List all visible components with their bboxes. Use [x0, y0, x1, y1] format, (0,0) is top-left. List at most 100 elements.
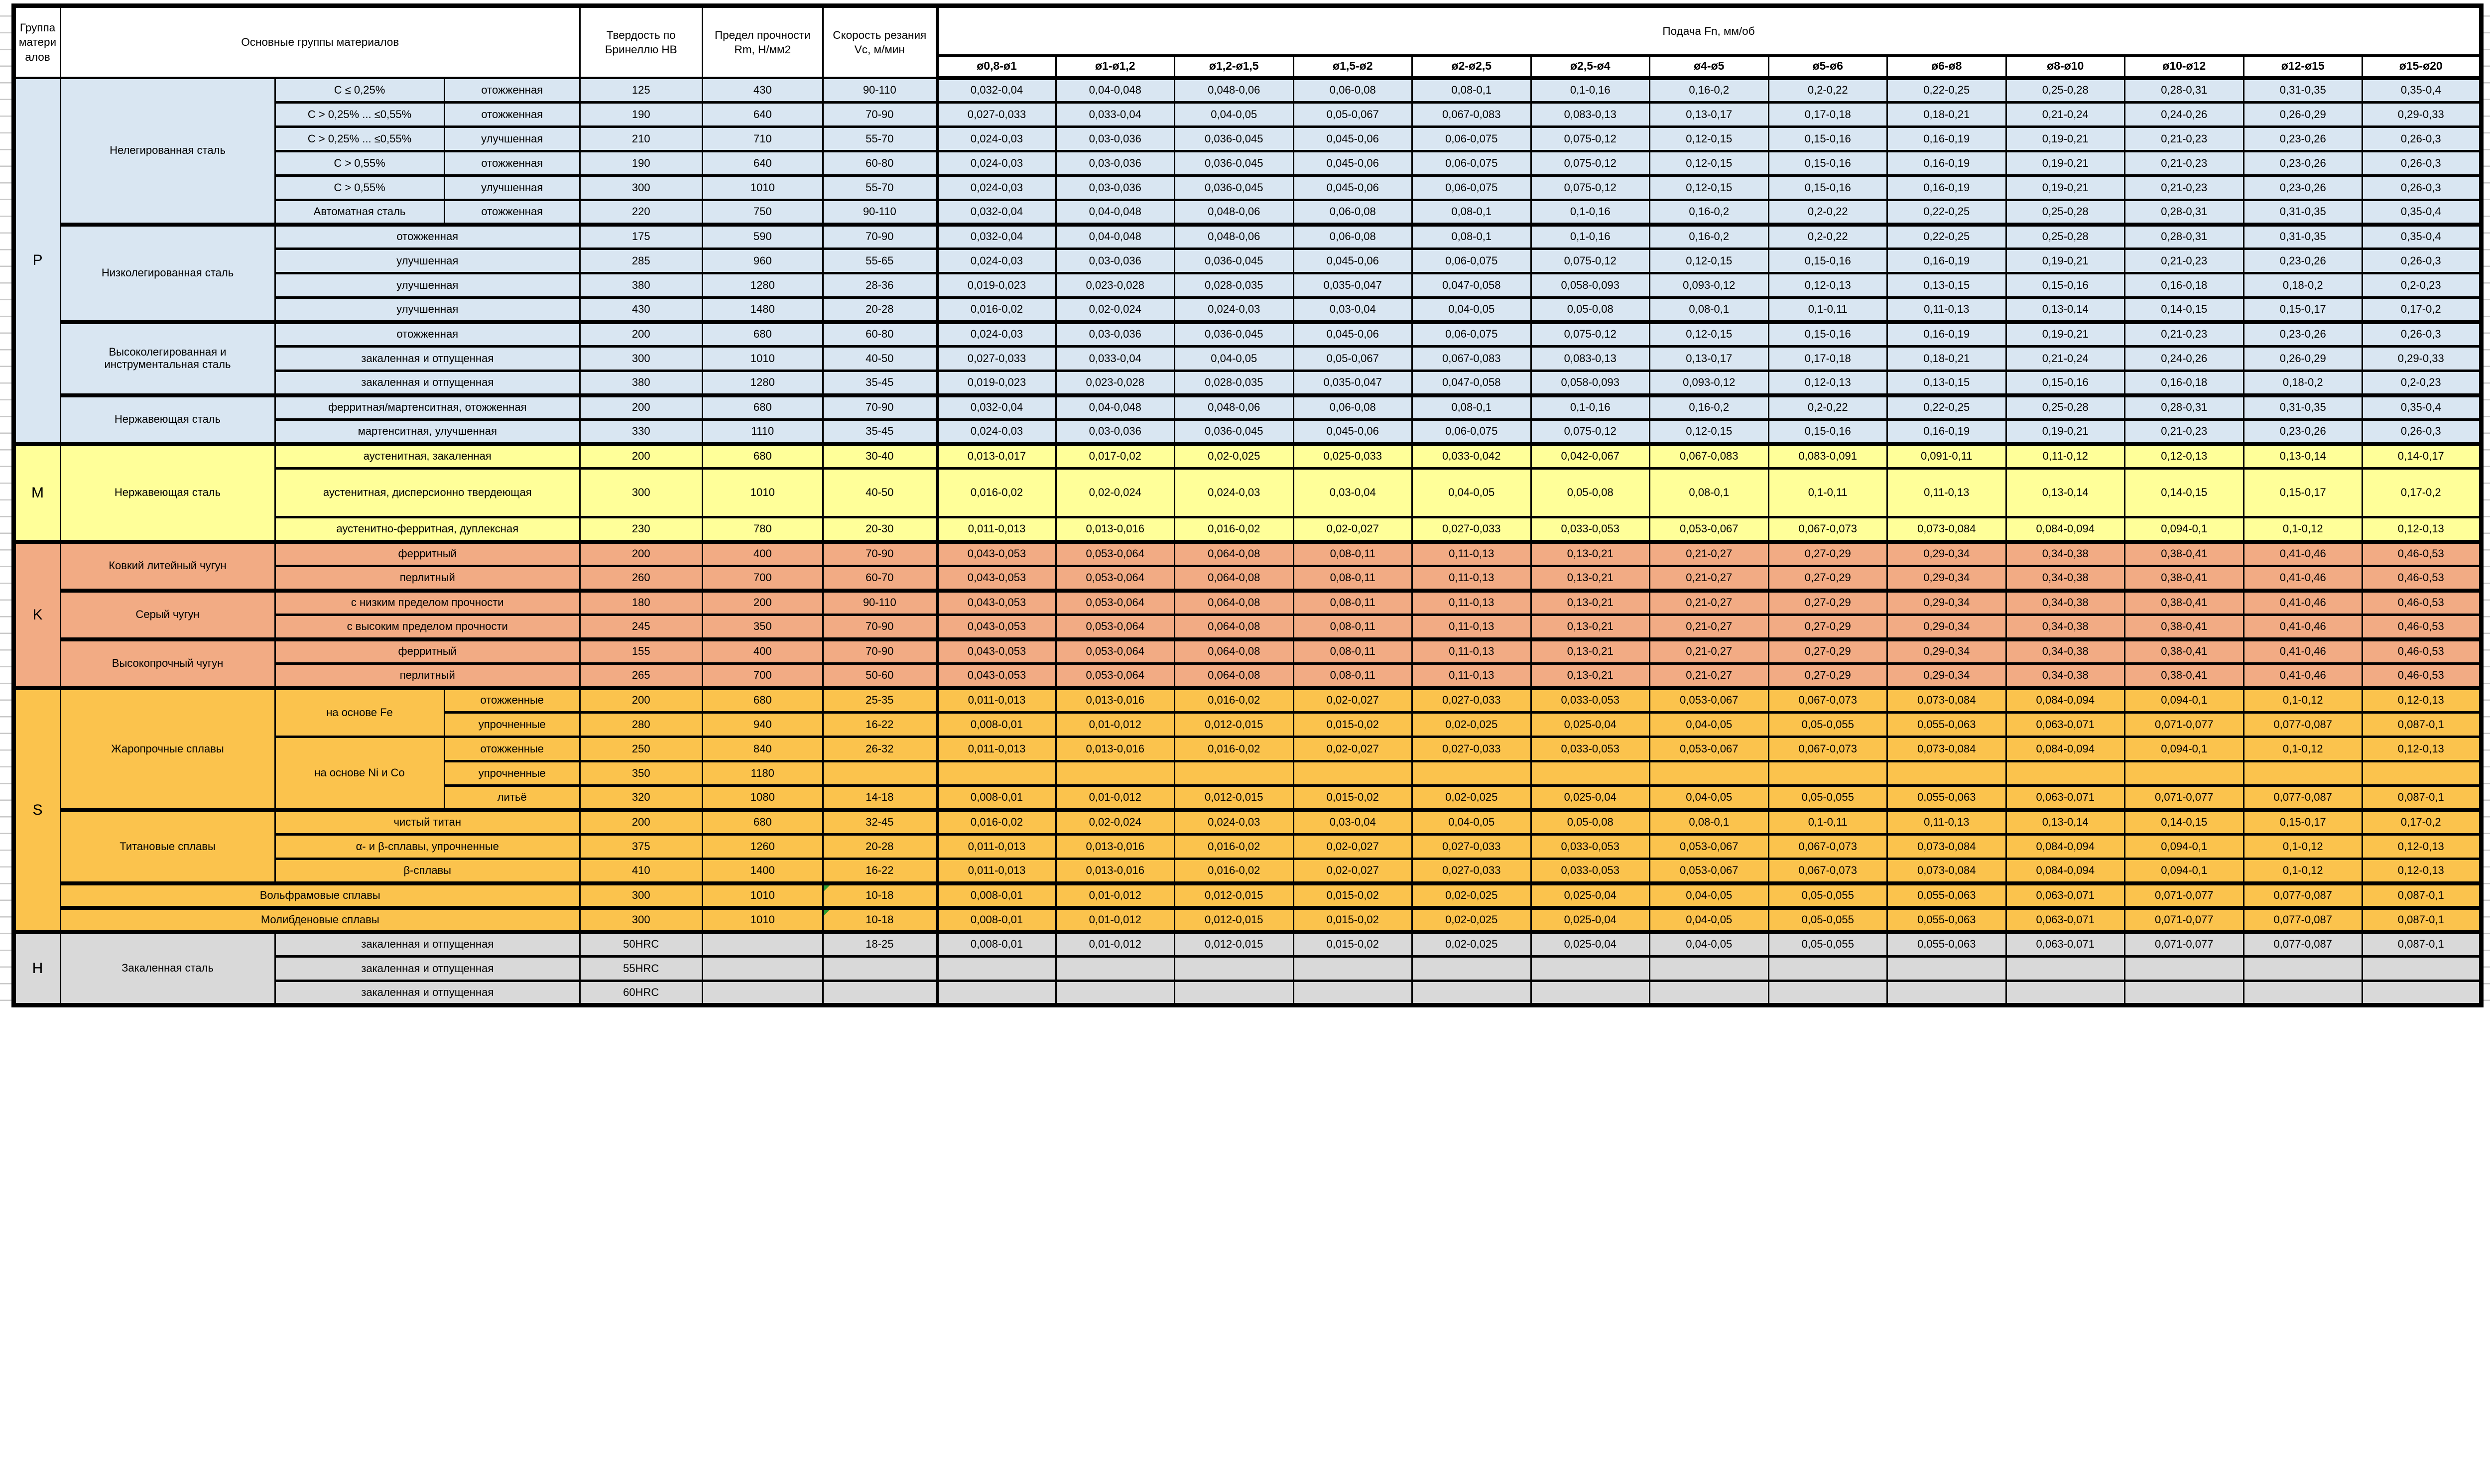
feed-value[interactable]: 0,01-0,012	[1056, 786, 1175, 810]
feed-value[interactable]: 0,41-0,46	[2243, 542, 2363, 566]
feed-value[interactable]: 0,27-0,29	[1768, 566, 1887, 591]
feed-value[interactable]: 0,11-0,13	[1412, 591, 1531, 615]
feed-value[interactable]: 0,04-0,05	[1650, 932, 1769, 957]
material-name-cell[interactable]: Низколегированная сталь	[60, 225, 275, 322]
feed-value[interactable]: 0,1-0,11	[1768, 469, 1887, 517]
rm-value[interactable]: 780	[702, 517, 823, 542]
feed-value[interactable]: 0,12-0,15	[1650, 322, 1769, 347]
material-name-cell[interactable]: Титановые сплавы	[60, 810, 275, 883]
hb-value[interactable]: 430	[580, 298, 703, 322]
rm-value[interactable]: 700	[702, 566, 823, 591]
feed-value[interactable]: 0,12-0,13	[2363, 517, 2482, 542]
feed-value[interactable]: 0,2-0,22	[1768, 225, 1887, 249]
feed-value[interactable]: 0,27-0,29	[1768, 615, 1887, 639]
feed-value[interactable]: 0,35-0,4	[2363, 78, 2482, 103]
feed-value[interactable]: 0,13-0,21	[1531, 615, 1650, 639]
feed-value[interactable]: 0,08-0,1	[1650, 298, 1769, 322]
feed-value[interactable]: 0,043-0,053	[937, 542, 1056, 566]
feed-value[interactable]: 0,011-0,013	[937, 835, 1056, 859]
diameter-column-header[interactable]: ø2,5-ø4	[1531, 56, 1650, 78]
vc-value[interactable]: 70-90	[823, 395, 937, 420]
material-name-cell[interactable]: Высоколегированная и инструментальная ст…	[60, 322, 275, 395]
rm-value[interactable]: 1180	[702, 761, 823, 786]
feed-value[interactable]: 0,013-0,016	[1056, 737, 1175, 761]
feed-value[interactable]: 0,1-0,12	[2243, 517, 2363, 542]
rm-value[interactable]: 200	[702, 591, 823, 615]
feed-value[interactable]: 0,08-0,11	[1293, 639, 1412, 664]
feed-value[interactable]	[1650, 981, 1769, 1005]
feed-value[interactable]: 0,27-0,29	[1768, 542, 1887, 566]
feed-value[interactable]: 0,03-0,036	[1056, 127, 1175, 151]
feed-value[interactable]: 0,08-0,11	[1293, 664, 1412, 688]
material-name-cell[interactable]: Серый чугун	[60, 591, 275, 639]
material-name-cell[interactable]: мартенситная, улучшенная	[275, 420, 580, 444]
rm-value[interactable]: 1260	[702, 835, 823, 859]
feed-value[interactable]: 0,14-0,17	[2363, 444, 2482, 469]
vc-value[interactable]: 70-90	[823, 103, 937, 127]
rm-value[interactable]	[702, 932, 823, 957]
feed-value[interactable]: 0,06-0,075	[1412, 322, 1531, 347]
feed-value[interactable]: 0,03-0,036	[1056, 249, 1175, 273]
feed-value[interactable]: 0,02-0,025	[1412, 883, 1531, 908]
feed-value[interactable]: 0,35-0,4	[2363, 200, 2482, 225]
rm-value[interactable]: 1010	[702, 176, 823, 200]
feed-value[interactable]: 0,03-0,036	[1056, 420, 1175, 444]
vc-value[interactable]: 70-90	[823, 639, 937, 664]
feed-value[interactable]: 0,053-0,064	[1056, 664, 1175, 688]
feed-value[interactable]: 0,053-0,067	[1650, 737, 1769, 761]
feed-value[interactable]: 0,05-0,067	[1293, 347, 1412, 371]
material-name-cell[interactable]: Закаленная сталь	[60, 932, 275, 1005]
rm-value[interactable]: 680	[702, 810, 823, 835]
feed-value[interactable]: 0,11-0,13	[1412, 615, 1531, 639]
feed-value[interactable]: 0,055-0,063	[1887, 883, 2006, 908]
feed-value[interactable]: 0,028-0,035	[1175, 273, 1294, 298]
feed-value[interactable]: 0,41-0,46	[2243, 615, 2363, 639]
feed-value[interactable]: 0,17-0,18	[1768, 103, 1887, 127]
feed-value[interactable]: 0,25-0,28	[2006, 78, 2125, 103]
feed-value[interactable]: 0,064-0,08	[1175, 542, 1294, 566]
feed-value[interactable]: 0,1-0,12	[2243, 835, 2363, 859]
feed-value[interactable]: 0,012-0,015	[1175, 908, 1294, 932]
feed-value[interactable]: 0,024-0,03	[1175, 469, 1294, 517]
feed-value[interactable]: 0,091-0,11	[1887, 444, 2006, 469]
feed-value[interactable]: 0,15-0,16	[1768, 127, 1887, 151]
rm-value[interactable]: 840	[702, 737, 823, 761]
vc-value[interactable]: 55-70	[823, 176, 937, 200]
feed-value[interactable]: 0,053-0,064	[1056, 542, 1175, 566]
feed-value[interactable]: 0,045-0,06	[1293, 322, 1412, 347]
feed-value[interactable]: 0,34-0,38	[2006, 542, 2125, 566]
feed-value[interactable]: 0,027-0,033	[1412, 859, 1531, 883]
feed-value[interactable]: 0,032-0,04	[937, 225, 1056, 249]
feed-value[interactable]: 0,024-0,03	[937, 420, 1056, 444]
hb-value[interactable]: 200	[580, 444, 703, 469]
vc-value[interactable]: 60-80	[823, 322, 937, 347]
feed-value[interactable]: 0,053-0,067	[1650, 688, 1769, 713]
feed-value[interactable]: 0,17-0,2	[2363, 810, 2482, 835]
vc-value[interactable]: 16-22	[823, 859, 937, 883]
feed-value[interactable]: 0,03-0,04	[1293, 469, 1412, 517]
material-name-cell[interactable]: с низким пределом прочности	[275, 591, 580, 615]
feed-value[interactable]: 0,13-0,21	[1531, 591, 1650, 615]
column-header[interactable]: Предел прочности Rm, Н/мм2	[702, 6, 823, 78]
diameter-column-header[interactable]: ø5-ø6	[1768, 56, 1887, 78]
feed-value[interactable]: 0,064-0,08	[1175, 591, 1294, 615]
feed-value[interactable]: 0,06-0,08	[1293, 225, 1412, 249]
feed-value[interactable]: 0,21-0,27	[1650, 591, 1769, 615]
feed-value[interactable]: 0,11-0,13	[1887, 469, 2006, 517]
hb-value[interactable]: 210	[580, 127, 703, 151]
rm-value[interactable]: 1080	[702, 786, 823, 810]
feed-value[interactable]: 0,016-0,02	[1175, 859, 1294, 883]
feed-value[interactable]: 0,31-0,35	[2243, 200, 2363, 225]
feed-value[interactable]: 0,29-0,33	[2363, 103, 2482, 127]
material-name-cell[interactable]: C ≤ 0,25%	[275, 78, 444, 103]
hb-value[interactable]: 300	[580, 347, 703, 371]
feed-value[interactable]	[2125, 957, 2244, 981]
feed-value[interactable]: 0,064-0,08	[1175, 566, 1294, 591]
feed-value[interactable]: 0,012-0,015	[1175, 932, 1294, 957]
feed-value[interactable]: 0,043-0,053	[937, 591, 1056, 615]
vc-value[interactable]: 55-65	[823, 249, 937, 273]
diameter-column-header[interactable]: ø2-ø2,5	[1412, 56, 1531, 78]
hb-value[interactable]: 410	[580, 859, 703, 883]
feed-value[interactable]: 0,16-0,19	[1887, 249, 2006, 273]
feed-value[interactable]: 0,24-0,26	[2125, 103, 2244, 127]
